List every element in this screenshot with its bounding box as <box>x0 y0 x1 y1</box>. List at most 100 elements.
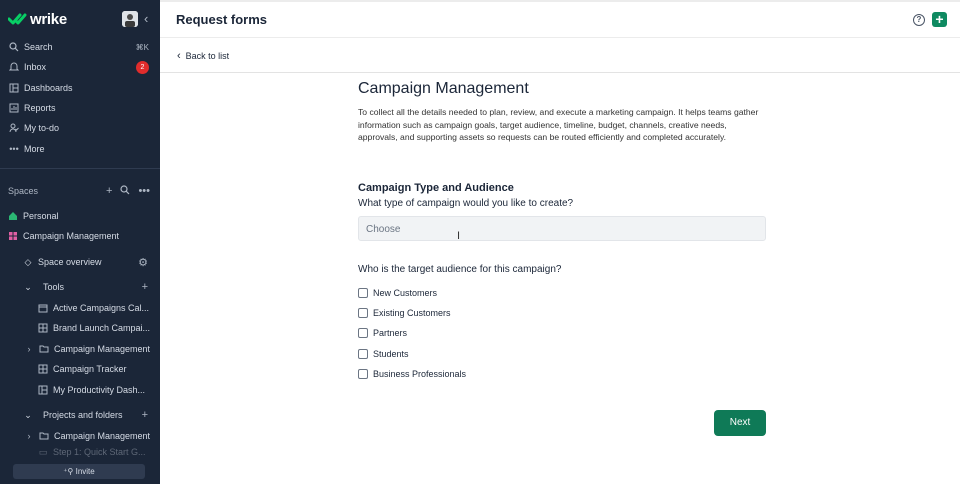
audience-option-label: Business Professionals <box>373 369 467 379</box>
chevron-down-icon: ⌄ <box>24 409 32 420</box>
tool-item-label: Brand Launch Campai... <box>53 323 151 333</box>
tool-item[interactable]: › Campaign Management <box>24 339 160 359</box>
nav-dashboards-label: Dashboards <box>24 83 73 93</box>
invite-user-icon: ⁺⚲ <box>63 467 76 476</box>
nav-more[interactable]: ••• More <box>0 139 160 159</box>
nav-search[interactable]: Search ⌘K <box>0 37 160 57</box>
overview-icon: ◇ <box>24 256 32 267</box>
audience-option[interactable]: Partners <box>358 327 407 339</box>
table-icon <box>38 323 48 333</box>
nav-inbox-label: Inbox <box>24 62 47 72</box>
add-project-icon[interactable]: + <box>142 409 148 421</box>
form-description: To collect all the details needed to pla… <box>358 107 759 143</box>
checkbox[interactable] <box>358 369 368 379</box>
sidebar: wrike ‹ Search ⌘K Inbox 2 Dashboards Rep… <box>0 0 160 484</box>
checkbox[interactable] <box>358 349 368 359</box>
dashboard-icon <box>38 385 48 395</box>
sub-bar: ‹ Back to list <box>160 38 960 73</box>
checkbox[interactable] <box>358 328 368 338</box>
space-campaign-management[interactable]: Campaign Management <box>8 226 119 246</box>
select-placeholder: Choose <box>366 224 401 235</box>
audience-option-label: Students <box>373 349 409 359</box>
audience-option-label: Partners <box>373 328 408 338</box>
nav-more-label: More <box>24 144 45 154</box>
tool-item[interactable]: My Productivity Dash... <box>38 380 152 400</box>
tool-item[interactable]: Active Campaigns Cal... <box>38 298 152 318</box>
folder-icon <box>39 344 49 354</box>
nav-reports[interactable]: Reports <box>0 98 160 118</box>
help-icon[interactable]: ? <box>913 14 925 26</box>
checkbox[interactable] <box>358 288 368 298</box>
audience-option-label: New Customers <box>373 288 438 298</box>
audience-option[interactable]: Business Professionals <box>358 368 466 380</box>
folder-icon <box>39 431 49 441</box>
tool-item-label: My Productivity Dash... <box>53 385 146 395</box>
nav-dashboards[interactable]: Dashboards <box>0 78 160 98</box>
search-shortcut: ⌘K <box>135 42 149 52</box>
audience-question: Who is the target audience for this camp… <box>358 264 562 275</box>
back-to-list-label: Back to list <box>185 51 230 61</box>
audience-option[interactable]: Existing Customers <box>358 307 451 319</box>
space-personal[interactable]: Personal <box>8 206 59 226</box>
chevron-down-icon: ⌄ <box>24 281 32 292</box>
request-form: Campaign Management To collect all the d… <box>358 80 766 144</box>
chevron-left-icon: ‹ <box>177 50 181 62</box>
nav-inbox[interactable]: Inbox 2 <box>0 57 160 77</box>
bell-icon <box>8 61 20 73</box>
tool-item[interactable]: Campaign Tracker <box>38 359 152 379</box>
chevron-right-icon: › <box>27 344 31 354</box>
folder-icon: ▭ <box>38 446 48 457</box>
audience-option[interactable]: New Customers <box>358 287 437 299</box>
space-overview[interactable]: ◇ Space overview ⚙ <box>23 252 160 272</box>
page-title: Request forms <box>176 12 268 27</box>
add-tool-icon[interactable]: + <box>142 281 148 293</box>
tool-item[interactable]: Brand Launch Campai... <box>38 318 152 338</box>
projects-group[interactable]: ⌄ Projects and folders + <box>23 405 160 425</box>
audience-option-label: Existing Customers <box>373 308 451 318</box>
search-icon <box>8 41 20 53</box>
dashboard-icon <box>8 82 20 94</box>
nav-reports-label: Reports <box>24 103 56 113</box>
invite-button[interactable]: ⁺⚲ Invite <box>13 464 145 479</box>
user-avatar-icon <box>122 11 138 27</box>
calendar-icon <box>38 303 48 313</box>
project-item[interactable]: ▭ Step 1: Quick Start G... <box>38 446 152 458</box>
space-campaign-label: Campaign Management <box>23 231 120 241</box>
section-title: Campaign Type and Audience <box>358 182 514 194</box>
space-personal-label: Personal <box>23 211 59 221</box>
brand-name: wrike <box>30 10 67 28</box>
collapse-sidebar-icon[interactable]: ‹ <box>144 12 156 26</box>
spaces-header: Spaces + ••• <box>8 184 152 198</box>
checkbox[interactable] <box>358 308 368 318</box>
sidebar-divider <box>0 168 160 169</box>
home-icon <box>8 211 18 221</box>
next-button[interactable]: Next <box>714 410 766 436</box>
top-bar: Request forms ? + <box>160 0 960 38</box>
add-space-icon[interactable]: + <box>106 185 112 198</box>
chevron-right-icon: › <box>27 431 31 441</box>
avatar[interactable] <box>122 11 138 27</box>
space-grid-icon <box>8 231 18 241</box>
add-button[interactable]: + <box>932 12 947 27</box>
nav-my-todo-label: My to-do <box>24 123 60 133</box>
project-item-label: Step 1: Quick Start G... <box>53 447 146 457</box>
back-to-list-link[interactable]: ‹ Back to list <box>177 50 229 62</box>
projects-heading: Projects and folders <box>43 410 123 420</box>
tools-label: Tools <box>43 282 65 292</box>
campaign-type-select[interactable]: Choose <box>358 216 766 241</box>
wrike-logo-icon <box>8 13 27 25</box>
tools-group[interactable]: ⌄ Tools + <box>23 277 160 297</box>
campaign-type-question: What type of campaign would you like to … <box>358 198 574 209</box>
spaces-more-icon[interactable]: ••• <box>138 185 150 198</box>
table-icon <box>38 364 48 374</box>
spaces-heading: Spaces <box>8 186 39 196</box>
form-title: Campaign Management <box>358 80 529 97</box>
tool-item-label: Campaign Management <box>54 344 151 354</box>
audience-option[interactable]: Students <box>358 348 409 360</box>
project-item[interactable]: › Campaign Management <box>24 426 160 446</box>
text-cursor-icon: I <box>457 230 461 242</box>
nav-my-todo[interactable]: My to-do <box>0 118 160 138</box>
tool-item-label: Active Campaigns Cal... <box>53 303 150 313</box>
search-spaces-icon[interactable] <box>120 184 130 198</box>
settings-gear-icon[interactable]: ⚙ <box>138 256 148 269</box>
